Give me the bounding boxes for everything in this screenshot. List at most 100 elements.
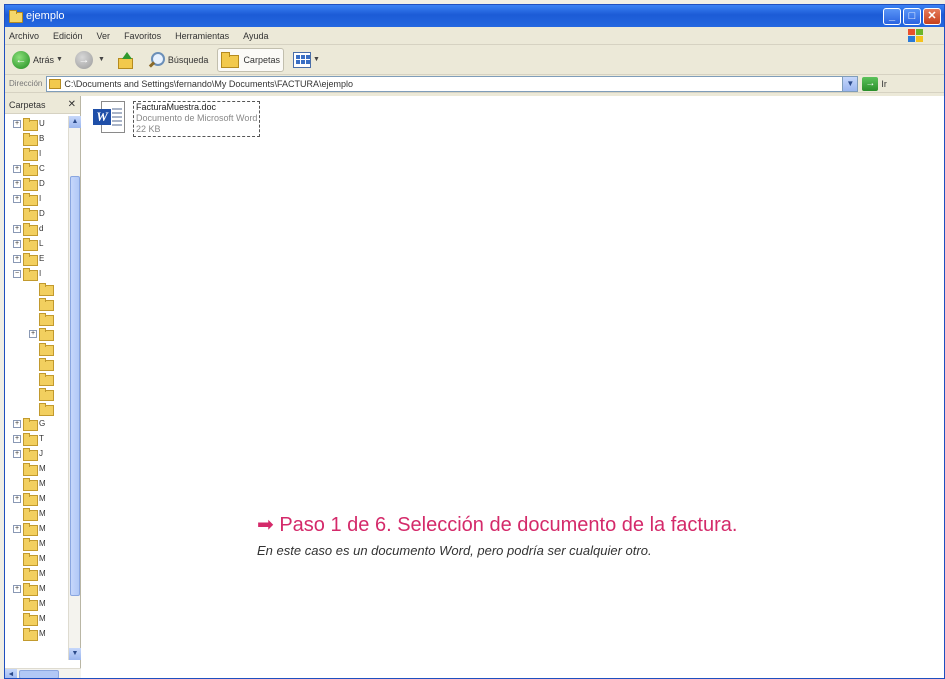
scroll-down-button[interactable]: ▼ [69,648,81,660]
tree-item[interactable] [5,281,69,296]
tree-item[interactable]: M [5,461,69,476]
expand-icon[interactable]: + [13,194,21,203]
expand-icon[interactable]: + [13,584,21,593]
maximize-button[interactable]: □ [903,7,921,25]
file-list-pane[interactable]: W FacturaMuestra.doc Documento de Micros… [81,96,944,678]
expand-icon[interactable]: + [13,449,21,458]
folders-pane-title: Carpetas [9,99,46,110]
tree-item[interactable] [5,341,69,356]
folder-icon [23,448,38,461]
views-icon [292,51,311,68]
expand-icon[interactable]: + [29,329,37,338]
back-button[interactable]: ← Atrás ▼ [9,48,66,72]
tree-item[interactable]: M [5,566,69,581]
folder-icon [23,163,38,176]
scroll-up-button[interactable]: ▲ [69,116,81,128]
tree-item[interactable]: + M [5,521,69,536]
folder-icon [23,538,38,551]
tree-item[interactable] [5,356,69,371]
menu-ayuda[interactable]: Ayuda [243,31,268,41]
search-button[interactable]: Búsqueda [144,48,212,72]
tree-item[interactable]: + M [5,581,69,596]
tree-item[interactable] [5,296,69,311]
folders-vertical-scrollbar[interactable]: ▲ ▼ [68,116,81,660]
folder-icon [23,613,38,626]
address-dropdown-button[interactable]: ▼ [842,76,858,91]
chevron-down-icon[interactable]: ▼ [313,56,320,63]
scroll-thumb[interactable] [19,670,59,678]
tree-item[interactable] [5,371,69,386]
forward-button[interactable]: → ▼ [72,48,108,72]
menu-edicion[interactable]: Edición [53,31,83,41]
expand-icon[interactable]: + [13,119,21,128]
tree-item[interactable]: M [5,611,69,626]
expand-icon[interactable]: + [13,419,21,428]
tree-item[interactable]: + J [5,446,69,461]
chevron-down-icon[interactable]: ▼ [98,56,105,63]
scroll-thumb[interactable] [70,176,80,596]
address-field[interactable]: C:\Documents and Settings\fernando\My Do… [46,75,859,92]
address-path[interactable]: C:\Documents and Settings\fernando\My Do… [64,79,353,89]
expand-icon[interactable]: + [13,164,21,173]
tree-item[interactable]: + [5,326,69,341]
expand-icon[interactable]: + [13,179,21,188]
tree-item[interactable]: + L [5,236,69,251]
tree-item[interactable]: B [5,131,69,146]
tree-item[interactable]: M [5,626,69,641]
menu-bar: Archivo Edición Ver Favoritos Herramient… [5,27,944,45]
tree-item[interactable]: M [5,476,69,491]
tree-item[interactable]: M [5,596,69,611]
tree-item[interactable]: M [5,506,69,521]
expand-icon[interactable]: + [13,524,21,533]
go-button[interactable]: Ir [881,79,887,89]
expand-icon[interactable]: + [13,494,21,503]
word-document-icon: W [93,101,127,137]
tree-item[interactable]: + d [5,221,69,236]
file-name: FacturaMuestra.doc [136,102,217,112]
tree-item[interactable]: + C [5,161,69,176]
folders-horizontal-scrollbar[interactable]: ◄ [5,668,81,678]
expand-icon[interactable]: + [13,254,21,263]
tree-item[interactable] [5,311,69,326]
expand-icon[interactable]: + [13,239,21,248]
tree-item[interactable]: M [5,536,69,551]
up-button[interactable] [114,48,138,72]
tree-item[interactable]: M [5,551,69,566]
tree-item[interactable]: D [5,206,69,221]
menu-archivo[interactable]: Archivo [9,31,39,41]
tree-item[interactable]: + U [5,116,69,131]
tree-item[interactable]: + I [5,191,69,206]
title-bar[interactable]: ejemplo _ □ ✕ [5,5,944,27]
tree-item[interactable] [5,386,69,401]
tree-item[interactable]: I [5,146,69,161]
folder-icon [39,298,54,311]
close-button[interactable]: ✕ [923,7,941,25]
file-item[interactable]: W FacturaMuestra.doc Documento de Micros… [93,101,261,137]
close-icon[interactable]: ✕ [68,99,76,110]
folder-icon [23,178,38,191]
chevron-down-icon[interactable]: ▼ [56,56,63,63]
tree-item-label: M [39,614,46,623]
menu-ver[interactable]: Ver [97,31,111,41]
toolbar: ← Atrás ▼ → ▼ Búsqueda Carpetas ▼ [5,45,944,75]
tree-item[interactable]: + M [5,491,69,506]
tree-item[interactable]: + T [5,431,69,446]
tree-item[interactable]: + E [5,251,69,266]
menu-herramientas[interactable]: Herramientas [175,31,229,41]
folder-icon [23,223,38,236]
tree-item[interactable] [5,401,69,416]
minimize-button[interactable]: _ [883,7,901,25]
tree-item[interactable]: + G [5,416,69,431]
tree-item[interactable]: − I [5,266,69,281]
folder-icon [23,238,38,251]
go-arrow-icon[interactable]: → [862,76,879,91]
folders-button[interactable]: Carpetas [217,47,284,72]
expand-icon[interactable]: + [13,224,21,233]
collapse-icon[interactable]: − [13,269,21,278]
views-button[interactable]: ▼ [290,48,323,72]
tree-item[interactable]: + D [5,176,69,191]
tree-item-label: M [39,599,46,608]
scroll-left-button[interactable]: ◄ [5,669,17,678]
menu-favoritos[interactable]: Favoritos [124,31,161,41]
expand-icon[interactable]: + [13,434,21,443]
